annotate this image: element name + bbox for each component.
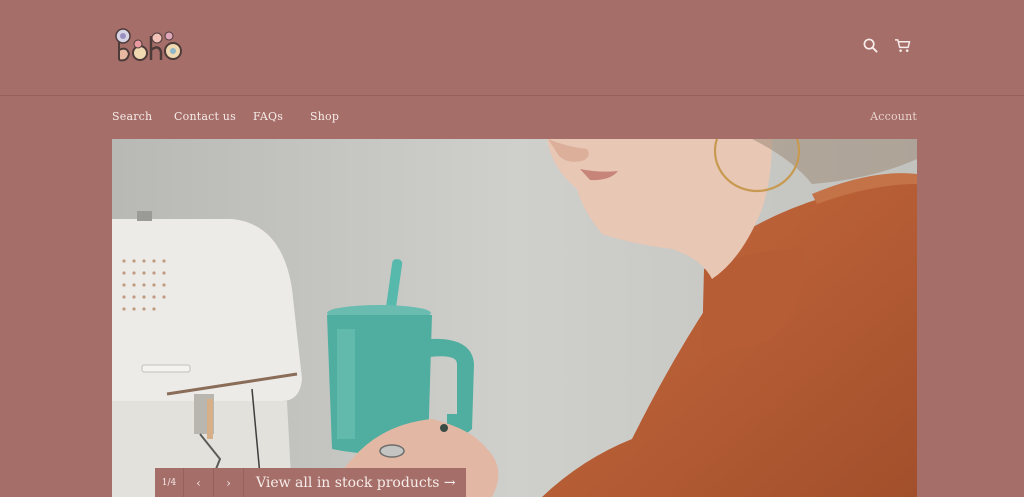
chevron-right-icon: ›	[226, 475, 231, 490]
site-logo[interactable]	[113, 22, 183, 66]
logo-image	[115, 28, 182, 62]
hero-image	[112, 139, 917, 497]
slide-next-button[interactable]: ›	[214, 468, 244, 497]
nav-item-search[interactable]: Search	[112, 110, 152, 123]
slide-counter: 1/4	[155, 468, 184, 497]
nav-account-link[interactable]: Account	[870, 110, 917, 123]
slide-prev-button[interactable]: ‹	[184, 468, 214, 497]
cart-icon[interactable]	[893, 36, 911, 54]
view-in-stock-link[interactable]: View all in stock products →	[244, 468, 466, 497]
search-icon[interactable]	[861, 36, 879, 54]
slideshow-controls: 1/4 ‹ › View all in stock products →	[155, 468, 466, 497]
nav-item-contact[interactable]: Contact us	[174, 110, 236, 123]
nav-item-shop[interactable]: Shop	[310, 110, 339, 123]
site-header	[0, 0, 1024, 96]
header-actions	[861, 36, 911, 54]
hero-slideshow	[112, 139, 917, 497]
nav-item-faqs[interactable]: FAQs	[253, 110, 283, 123]
chevron-left-icon: ‹	[196, 475, 201, 490]
main-nav: Search Contact us FAQs Shop Account	[112, 107, 917, 127]
